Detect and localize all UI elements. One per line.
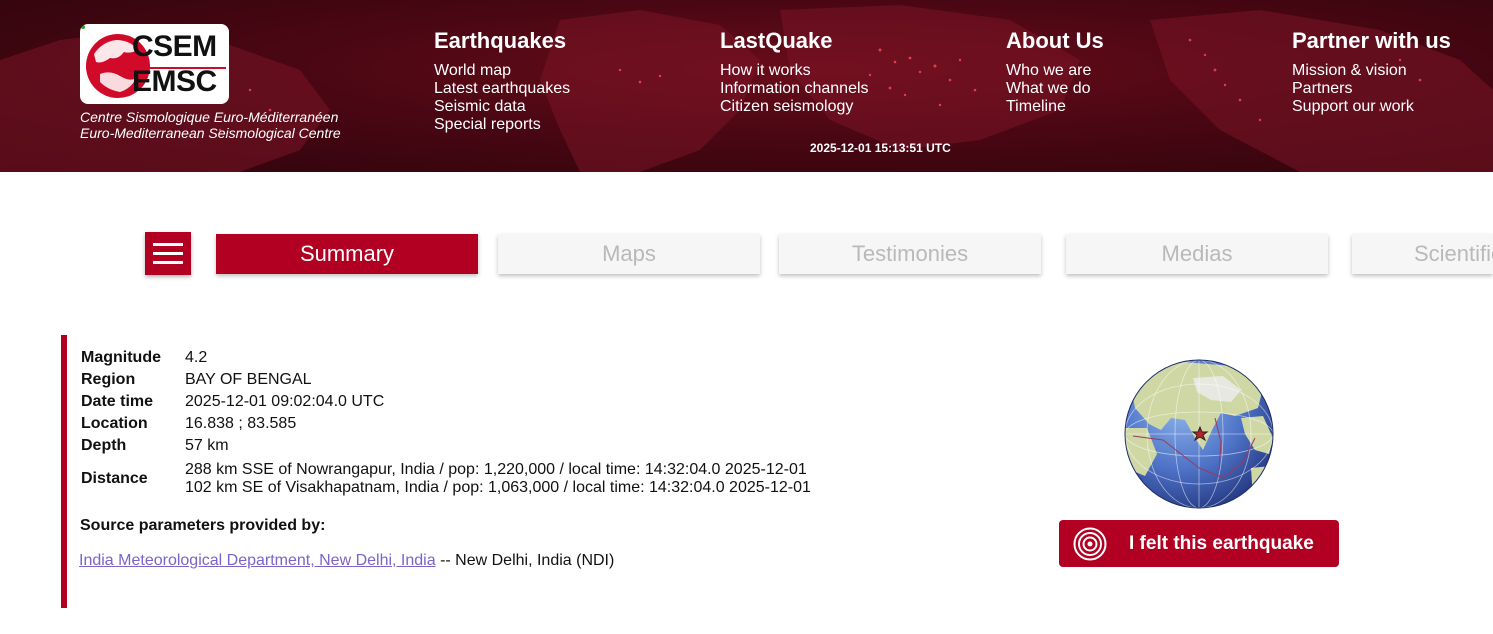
nav-heading-lastquake[interactable]: LastQuake [720,28,869,54]
location-label: Location [81,415,148,432]
globe-icon[interactable] [1123,358,1275,510]
felt-earthquake-label: I felt this earthquake [1129,532,1314,554]
menu-button[interactable] [145,232,191,275]
depth-value: 57 km [185,437,229,454]
datetime-label: Date time [81,393,154,410]
source-agency-link[interactable]: India Meteorological Department, New Del… [79,552,436,569]
nav-link-world-map[interactable]: World map [434,62,570,80]
nav-link-how-it-works[interactable]: How it works [720,62,869,80]
distance-line: 288 km SSE of Nowrangapur, India / pop: … [185,461,807,478]
emsc-logo[interactable]: CSEM EMSC [80,24,229,104]
nav-heading-about-us[interactable]: About Us [1006,28,1104,54]
distance-line: 102 km SE of Visakhapatnam, India / pop:… [185,479,811,496]
magnitude-value: 4.2 [185,349,208,366]
nav-lastquake: LastQuake How it works Information chann… [720,28,869,116]
tab-summary[interactable]: Summary [216,234,478,274]
logo-text-csem: CSEM [132,30,217,63]
distance-label: Distance [81,470,148,487]
nav-link-who-we-are[interactable]: Who we are [1006,62,1104,80]
region-value: BAY OF BENGAL [185,371,312,388]
source-title: Source parameters provided by: [80,517,326,534]
source-agency-location: -- New Delhi, India (NDI) [435,552,615,569]
tab-scientific[interactable]: Scientific [1352,234,1493,274]
distance-values: 288 km SSE of Nowrangapur, India / pop: … [185,457,811,497]
nav-link-information-channels[interactable]: Information channels [720,80,869,98]
ripple-icon [1073,527,1107,560]
nav-heading-earthquakes[interactable]: Earthquakes [434,28,570,54]
event-info-table: Magnitude 4.2 Region BAY OF BENGAL Date … [81,347,811,497]
tab-testimonies[interactable]: Testimonies [779,234,1041,274]
org-name-french: Centre Sismologique Euro-Méditerranéen [80,109,339,125]
summary-accent-bar [61,335,67,608]
nav-link-what-we-do[interactable]: What we do [1006,80,1104,98]
tab-maps[interactable]: Maps [498,234,760,274]
nav-heading-partner-with-us[interactable]: Partner with us [1292,28,1451,54]
nav-link-support-our-work[interactable]: Support our work [1292,98,1451,116]
source-line: India Meteorological Department, New Del… [79,552,614,570]
hamburger-icon [153,243,183,246]
nav-link-special-reports[interactable]: Special reports [434,116,570,134]
region-label: Region [81,371,136,388]
nav-link-seismic-data[interactable]: Seismic data [434,98,570,116]
magnitude-label: Magnitude [81,349,161,366]
row-depth: Depth 57 km [81,435,811,457]
row-datetime: Date time 2025-12-01 09:02:04.0 UTC [81,391,811,413]
row-distance: Distance 288 km SSE of Nowrangapur, Indi… [81,457,811,497]
tab-medias[interactable]: Medias [1066,234,1328,274]
hamburger-icon-line [153,261,183,264]
row-location: Location 16.838 ; 83.585 [81,413,811,435]
location-value: 16.838 ; 83.585 [185,415,297,432]
datetime-value: 2025-12-01 09:02:04.0 UTC [185,393,385,410]
nav-link-partners[interactable]: Partners [1292,80,1451,98]
nav-link-mission-vision[interactable]: Mission & vision [1292,62,1451,80]
row-region: Region BAY OF BENGAL [81,369,811,391]
depth-label: Depth [81,437,127,454]
nav-partner-with-us: Partner with us Mission & vision Partner… [1292,28,1451,116]
nav-link-latest-earthquakes[interactable]: Latest earthquakes [434,80,570,98]
site-header: CSEM EMSC Centre Sismologique Euro-Médit… [0,0,1493,172]
nav-earthquakes: Earthquakes World map Latest earthquakes… [434,28,570,134]
utc-clock: 2025-12-01 15:13:51 UTC [810,141,951,155]
nav-link-citizen-seismology[interactable]: Citizen seismology [720,98,869,116]
nav-link-timeline[interactable]: Timeline [1006,98,1104,116]
logo-text-emsc: EMSC [132,65,217,98]
org-name-english: Euro-Mediterranean Seismological Centre [80,125,341,141]
felt-earthquake-button[interactable]: I felt this earthquake [1059,520,1339,567]
nav-about-us: About Us Who we are What we do Timeline [1006,28,1104,116]
hamburger-icon-line [153,252,183,255]
row-magnitude: Magnitude 4.2 [81,347,811,369]
